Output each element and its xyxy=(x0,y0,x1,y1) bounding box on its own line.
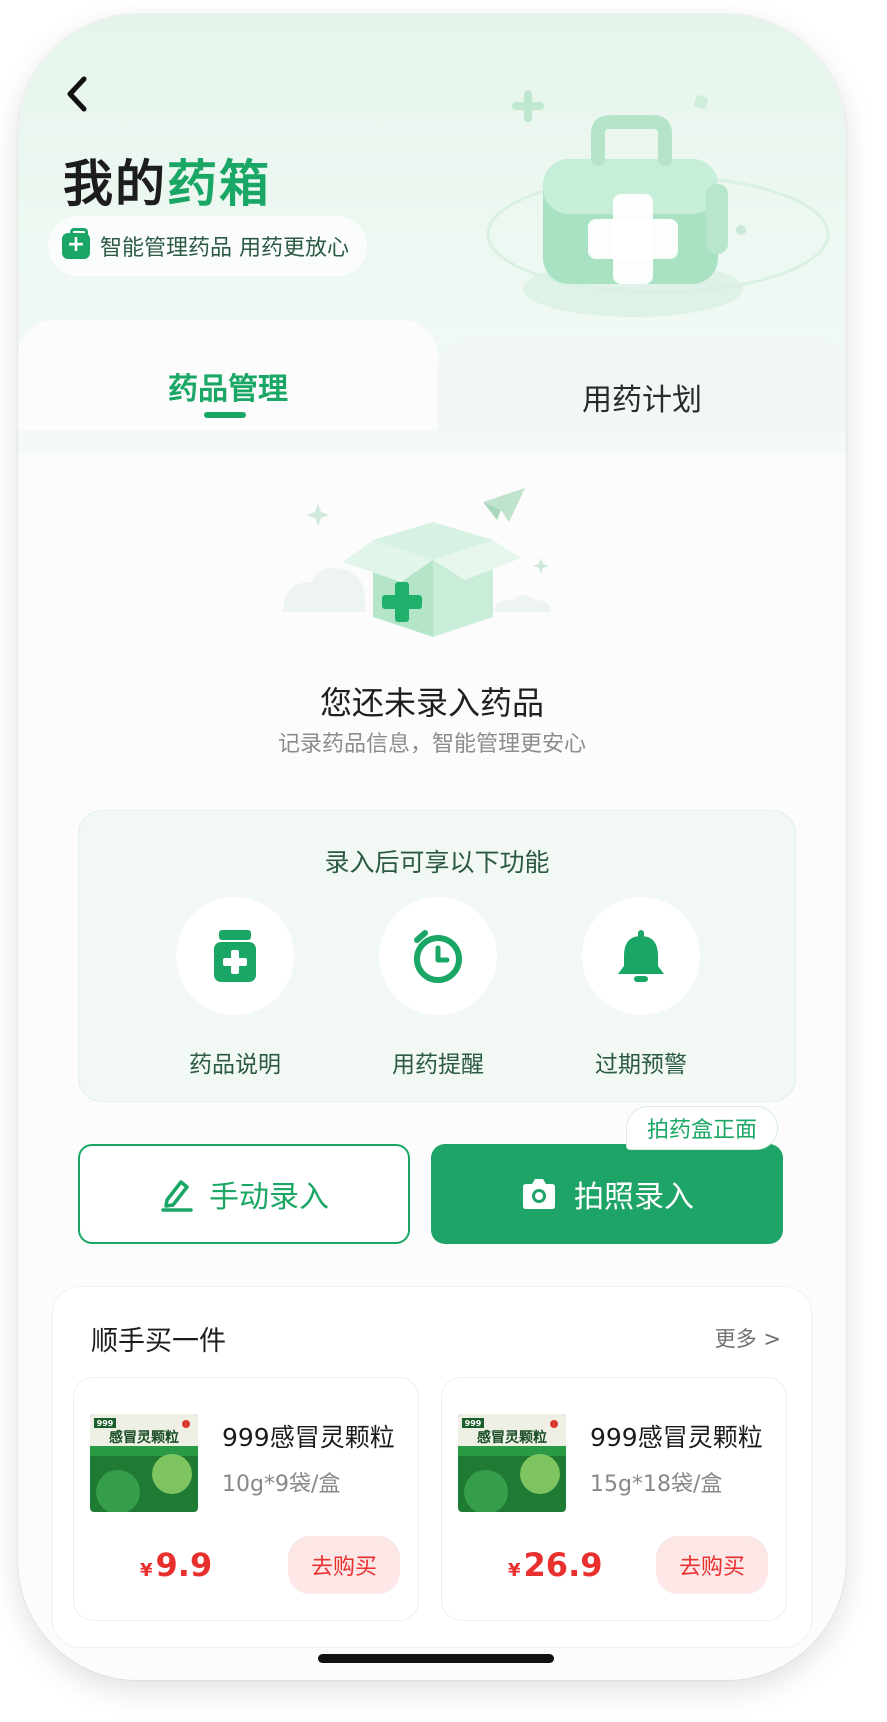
manual-entry-button[interactable]: 手动录入 xyxy=(78,1144,410,1244)
page-title-accent: 药箱 xyxy=(167,155,271,213)
tab-medication-plan[interactable]: 用药计划 xyxy=(438,340,846,430)
phone-screen: 我的药箱 智能管理药品 用药更放心 用药计划 药品管理 xyxy=(18,14,846,1680)
product-name: 999感冒灵颗粒 xyxy=(590,1423,763,1452)
page-title-prefix: 我的 xyxy=(63,155,167,213)
product-price: ¥9.9 xyxy=(140,1546,212,1584)
tagline-text: 智能管理药品 用药更放心 xyxy=(100,236,349,261)
photo-tip-bubble: 拍药盒正面 xyxy=(626,1106,779,1150)
features-card: 录入后可享以下功能 药品说明 用药提醒 过期预警 xyxy=(78,810,796,1102)
shop-section: 顺手买一件 更多 > 999 感冒灵颗粒 999感冒灵颗粒 10g*9袋/盒 ¥… xyxy=(52,1286,812,1648)
price-value: 9.9 xyxy=(155,1546,213,1584)
empty-state-title: 您还未录入药品 xyxy=(319,684,544,722)
box-brand-text: 999 xyxy=(465,1419,482,1428)
camera-icon xyxy=(523,1179,555,1209)
box-brand-text: 999 xyxy=(97,1419,114,1428)
page-title: 我的药箱 xyxy=(63,144,271,216)
medicine-bottle-icon xyxy=(214,930,256,982)
medicine-box-illustration xyxy=(486,90,830,317)
buy-button[interactable]: 去购买 xyxy=(288,1536,400,1594)
price-currency: ¥ xyxy=(140,1560,153,1581)
photo-entry-button[interactable]: 拍照录入 xyxy=(431,1144,783,1244)
feature-label: 过期预警 xyxy=(595,1052,687,1078)
box-label-text: 感冒灵颗粒 xyxy=(477,1429,547,1446)
features-title: 录入后可享以下功能 xyxy=(324,848,550,877)
active-tab-indicator xyxy=(204,412,246,418)
feature-expiry-alert: 过期预警 xyxy=(551,897,731,1079)
pencil-icon xyxy=(161,1180,193,1212)
price-currency: ¥ xyxy=(508,1560,521,1581)
product-card[interactable]: 999 感冒灵颗粒 999感冒灵颗粒 15g*18袋/盒 ¥26.9 去购买 xyxy=(441,1377,787,1621)
back-button[interactable] xyxy=(48,64,108,124)
tagline-pill: 智能管理药品 用药更放心 xyxy=(48,216,367,276)
product-name: 999感冒灵颗粒 xyxy=(222,1423,395,1452)
feature-icon-wrap xyxy=(176,897,294,1015)
product-image: 999 感冒灵颗粒 xyxy=(458,1414,566,1512)
shop-title: 顺手买一件 xyxy=(91,1326,226,1357)
medkit-icon xyxy=(62,228,90,259)
box-label-text: 感冒灵颗粒 xyxy=(109,1429,179,1446)
empty-state-subtitle: 记录药品信息，智能管理更安心 xyxy=(277,732,586,757)
photo-entry-label: 拍照录入 xyxy=(574,1180,694,1215)
price-value: 26.9 xyxy=(523,1546,603,1584)
chevron-left-icon xyxy=(67,76,87,112)
product-card[interactable]: 999 感冒灵颗粒 999感冒灵颗粒 10g*9袋/盒 ¥9.9 去购买 xyxy=(73,1377,419,1621)
empty-box-illustration xyxy=(283,488,551,637)
manual-entry-label: 手动录入 xyxy=(209,1180,329,1215)
product-spec: 10g*9袋/盒 xyxy=(222,1472,341,1497)
product-image: 999 感冒灵颗粒 xyxy=(90,1414,198,1512)
tab-bar: 用药计划 药品管理 xyxy=(18,320,846,430)
tab-medication-plan-label: 用药计划 xyxy=(582,383,702,418)
feature-medicine-info: 药品说明 xyxy=(145,897,325,1079)
alarm-clock-icon xyxy=(414,930,462,983)
feature-label: 药品说明 xyxy=(189,1052,281,1078)
bell-icon xyxy=(618,930,664,982)
feature-icon-wrap xyxy=(582,897,700,1015)
feature-medication-reminder: 用药提醒 xyxy=(348,897,528,1079)
shop-more-link[interactable]: 更多 > xyxy=(715,1323,781,1353)
tab-medicine-management-label: 药品管理 xyxy=(168,372,288,407)
home-indicator[interactable] xyxy=(318,1654,554,1663)
product-spec: 15g*18袋/盒 xyxy=(590,1472,723,1497)
product-price: ¥26.9 xyxy=(508,1546,602,1584)
feature-label: 用药提醒 xyxy=(392,1052,484,1078)
feature-icon-wrap xyxy=(379,897,497,1015)
buy-button[interactable]: 去购买 xyxy=(656,1536,768,1594)
